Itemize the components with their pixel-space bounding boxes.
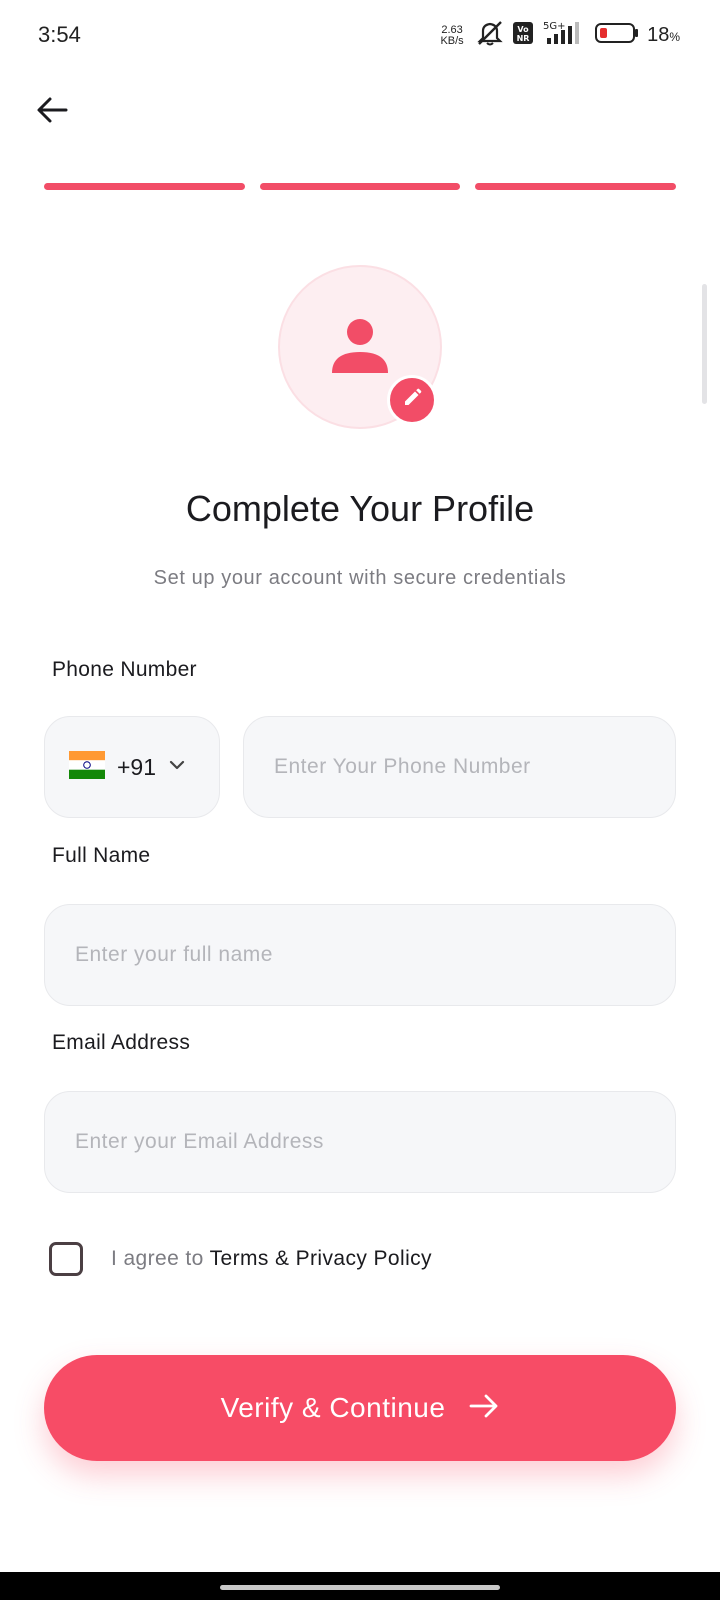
progress-step	[475, 183, 677, 190]
back-button[interactable]	[30, 92, 74, 132]
svg-text:NR: NR	[517, 34, 530, 43]
phone-input[interactable]	[244, 717, 675, 817]
volte-icon: Vo NR	[513, 22, 534, 49]
india-flag-icon	[69, 750, 105, 784]
arrow-left-icon	[36, 96, 68, 129]
progress-step	[44, 183, 245, 190]
page-subtitle: Set up your account with secure credenti…	[153, 567, 567, 589]
page-title: Complete Your Profile	[185, 488, 535, 529]
full-name-input-wrapper	[44, 904, 676, 1006]
status-time: 3:54	[38, 22, 81, 47]
network-speed: 2.63 KB/s	[437, 23, 467, 47]
step-progress	[44, 183, 677, 190]
pencil-icon	[402, 388, 422, 413]
progress-step	[259, 183, 461, 190]
phone-label: Phone Number	[52, 658, 197, 681]
phone-input-wrapper	[243, 716, 676, 818]
mute-icon	[475, 20, 505, 51]
arrow-right-icon	[469, 1393, 499, 1424]
terms-checkbox[interactable]	[49, 1242, 83, 1276]
verify-continue-button[interactable]: Verify & Continue	[44, 1355, 676, 1461]
terms-text: I agree to Terms & Privacy Policy	[111, 1247, 432, 1271]
terms-link[interactable]: Terms & Privacy Policy	[210, 1247, 432, 1270]
svg-text:Vo: Vo	[517, 25, 529, 34]
battery-percent: 18%	[647, 24, 680, 46]
country-code-select[interactable]: +91	[44, 716, 220, 818]
scrollbar-thumb[interactable]	[702, 284, 707, 404]
network-speed-unit: KB/s	[440, 34, 464, 47]
status-icons: 2.63 KB/s Vo NR 5G+ 18%	[437, 20, 680, 51]
chevron-down-icon	[168, 758, 186, 776]
email-input[interactable]	[45, 1092, 675, 1192]
full-name-input[interactable]	[45, 905, 675, 1005]
network-speed-value: 2.63	[441, 23, 463, 36]
signal-icon: 5G+	[541, 20, 587, 51]
full-name-label: Full Name	[52, 844, 151, 867]
email-input-wrapper	[44, 1091, 676, 1193]
verify-continue-label: Verify & Continue	[220, 1392, 446, 1423]
status-bar: 3:54 2.63 KB/s Vo NR 5G+ 18%	[0, 0, 720, 70]
home-gesture-handle[interactable]	[220, 1585, 500, 1590]
battery-icon	[595, 22, 639, 49]
terms-prefix: I agree to	[111, 1247, 210, 1270]
email-label: Email Address	[52, 1031, 191, 1054]
person-icon	[330, 315, 390, 380]
country-code: +91	[117, 753, 157, 780]
edit-avatar-button[interactable]	[387, 375, 437, 425]
